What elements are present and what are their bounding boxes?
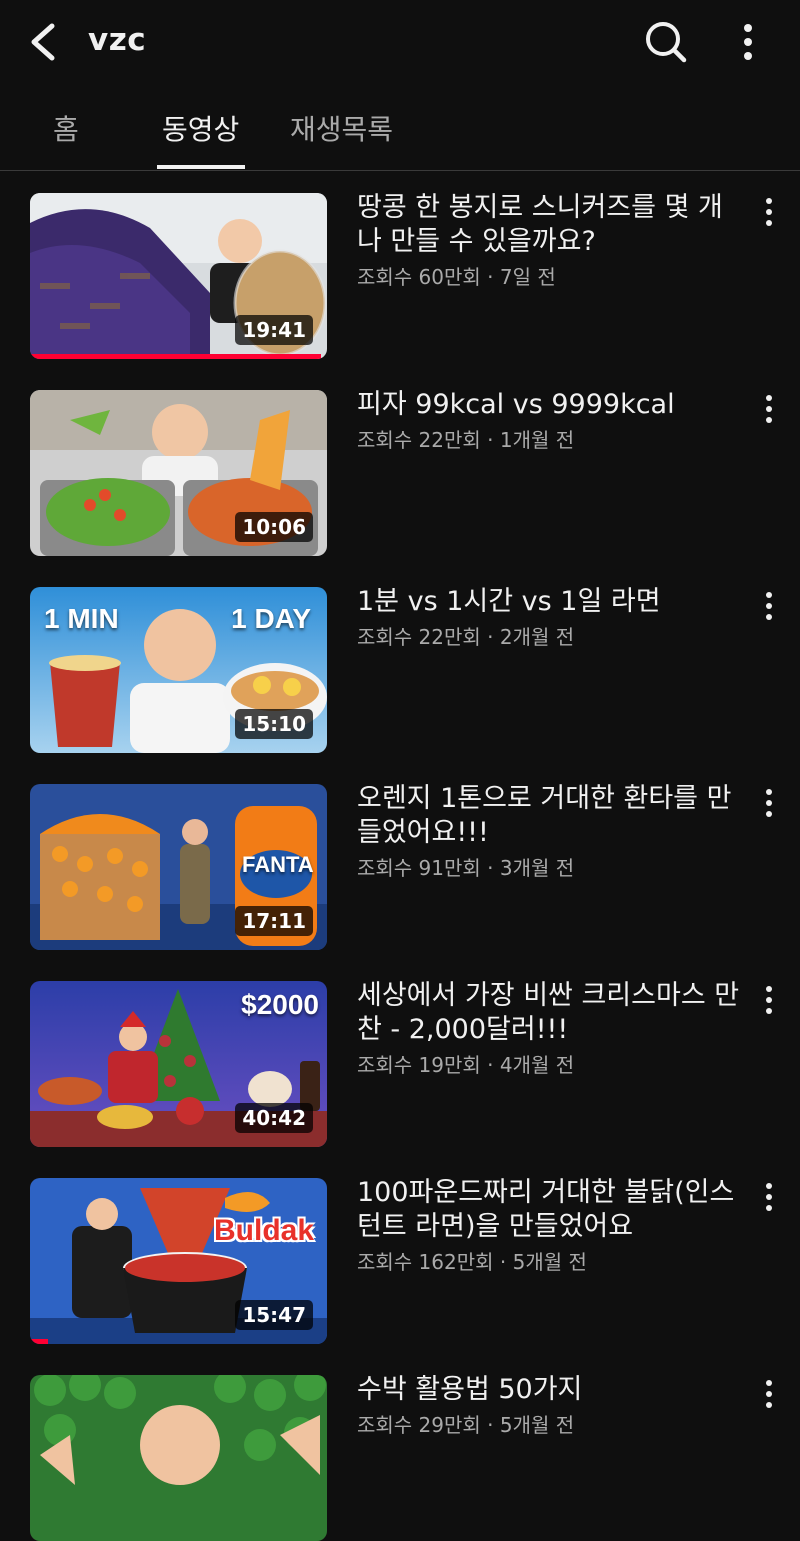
video-thumbnail[interactable]: FANTA 17:11 (30, 784, 327, 950)
thumbnail-overlay-right: 1 DAY (231, 603, 311, 634)
video-title[interactable]: 땅콩 한 봉지로 스니커즈를 몇 개나 만들 수 있을까요? (357, 191, 745, 259)
more-vert-icon[interactable] (730, 20, 766, 64)
video-more-icon[interactable] (754, 1180, 784, 1214)
thumbnail-overlay-left: 1 MIN (44, 603, 119, 634)
tab-home[interactable]: 홈 (53, 108, 79, 148)
thumbnail-overlay: $2000 (241, 989, 319, 1020)
video-meta: 조회수 22만회 · 1개월 전 (357, 428, 575, 452)
thumbnail-overlay: Buldak (214, 1214, 315, 1247)
video-title[interactable]: 세상에서 가장 비싼 크리스마스 만찬 - 2,000달러!!! (357, 979, 745, 1047)
watch-progress-bar (30, 1339, 48, 1344)
video-meta: 조회수 19만회 · 4개월 전 (357, 1053, 575, 1077)
video-thumbnail[interactable] (30, 1375, 327, 1541)
video-thumbnail[interactable]: 1 MIN 1 DAY 15:10 (30, 587, 327, 753)
video-meta: 조회수 91만회 · 3개월 전 (357, 856, 575, 880)
video-item[interactable]: 10:06 피자 99kcal vs 9999kcal 조회수 22만회 · 1… (0, 368, 800, 556)
video-item[interactable]: 19:41 땅콩 한 봉지로 스니커즈를 몇 개나 만들 수 있을까요? 조회수… (0, 171, 800, 359)
video-duration: 40:42 (235, 1103, 313, 1133)
video-duration: 10:06 (235, 512, 313, 542)
video-more-icon[interactable] (754, 1377, 784, 1411)
video-more-icon[interactable] (754, 589, 784, 623)
video-item[interactable]: FANTA 17:11 오렌지 1톤으로 거대한 환타를 만들었어요!!! 조회… (0, 762, 800, 950)
channel-tabs: 홈 동영상 재생목록 (0, 86, 800, 171)
video-item[interactable]: Buldak 15:47 100파운드짜리 거대한 불닭(인스턴트 라면)을 만… (0, 1156, 800, 1344)
active-tab-indicator (157, 165, 245, 169)
video-meta: 조회수 162만회 · 5개월 전 (357, 1250, 587, 1274)
thumbnail-overlay: FANTA (242, 852, 314, 877)
video-item[interactable]: 수박 활용법 50가지 조회수 29만회 · 5개월 전 (0, 1353, 800, 1541)
video-title[interactable]: 수박 활용법 50가지 (357, 1373, 745, 1407)
video-title[interactable]: 100파운드짜리 거대한 불닭(인스턴트 라면)을 만들었어요 (357, 1176, 745, 1244)
video-duration: 15:10 (235, 709, 313, 739)
video-item[interactable]: $2000 40:42 세상에서 가장 비싼 크리스마스 만찬 - 2,000달… (0, 959, 800, 1147)
video-title[interactable]: 피자 99kcal vs 9999kcal (357, 388, 745, 422)
video-thumbnail[interactable]: 10:06 (30, 390, 327, 556)
video-duration: 19:41 (235, 315, 313, 345)
video-thumbnail[interactable]: Buldak 15:47 (30, 1178, 327, 1344)
video-duration: 17:11 (235, 906, 313, 936)
video-item[interactable]: 1 MIN 1 DAY 15:10 1분 vs 1시간 vs 1일 라면 조회수… (0, 565, 800, 753)
video-more-icon[interactable] (754, 786, 784, 820)
video-thumbnail[interactable]: $2000 40:42 (30, 981, 327, 1147)
video-meta: 조회수 60만회 · 7일 전 (357, 265, 556, 289)
video-title[interactable]: 1분 vs 1시간 vs 1일 라면 (357, 585, 745, 619)
video-meta: 조회수 29만회 · 5개월 전 (357, 1413, 575, 1437)
top-app-bar: vzc (0, 0, 800, 86)
video-thumbnail[interactable]: 19:41 (30, 193, 327, 359)
video-title[interactable]: 오렌지 1톤으로 거대한 환타를 만들었어요!!! (357, 782, 745, 850)
video-duration: 15:47 (235, 1300, 313, 1330)
tab-videos[interactable]: 동영상 (162, 108, 239, 148)
search-icon[interactable] (640, 16, 692, 68)
video-more-icon[interactable] (754, 392, 784, 426)
watch-progress-bar (30, 354, 322, 359)
video-more-icon[interactable] (754, 195, 784, 229)
channel-name: vzc (88, 22, 147, 58)
back-arrow-icon[interactable] (22, 18, 66, 66)
video-meta: 조회수 22만회 · 2개월 전 (357, 625, 575, 649)
tab-playlists[interactable]: 재생목록 (290, 108, 393, 148)
video-more-icon[interactable] (754, 983, 784, 1017)
